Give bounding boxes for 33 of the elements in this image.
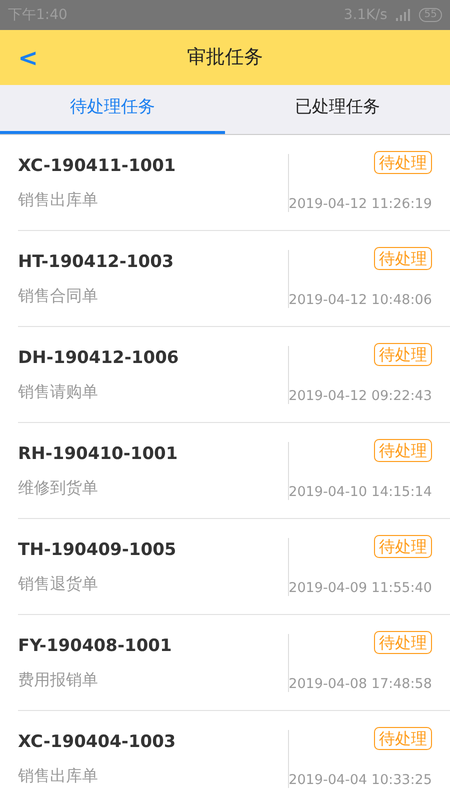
- task-type: 销售出库单: [18, 188, 99, 210]
- status-tag: 待处理: [374, 150, 432, 174]
- task-type: 维修到货单: [18, 476, 99, 498]
- task-type: 销售退货单: [18, 572, 99, 594]
- page-title: 审批任务: [187, 45, 263, 70]
- task-code: HT-190412-1003: [18, 250, 175, 274]
- task-code: XC-190404-1003: [18, 730, 177, 754]
- task-code: TH-190409-1005: [18, 538, 178, 562]
- task-type: 销售请购单: [18, 380, 99, 402]
- status-tag: 待处理: [374, 342, 432, 366]
- tab[interactable]: 已处理任务: [225, 85, 450, 134]
- task-time: 2019-04-12 09:22:43: [288, 387, 432, 406]
- task-code: FY-190408-1001: [18, 634, 173, 658]
- task-code: RH-190410-1001: [18, 442, 179, 466]
- task-time: 2019-04-08 17:48:58: [288, 675, 432, 694]
- back-button[interactable]: <: [10, 38, 46, 78]
- task-time: 2019-04-09 11:55:40: [288, 579, 432, 598]
- status-tag: 待处理: [374, 630, 432, 654]
- signal-icon: [395, 9, 412, 21]
- task-code: XC-190411-1001: [18, 154, 177, 178]
- status-tag: 待处理: [374, 534, 432, 558]
- task-time: 2019-04-12 11:26:19: [288, 195, 432, 214]
- status-tag: 待处理: [374, 726, 432, 750]
- status-tag: 待处理: [374, 438, 432, 462]
- task-time: 2019-04-12 10:48:06: [288, 291, 432, 310]
- tab[interactable]: 待处理任务: [0, 85, 225, 134]
- task-type: 销售出库单: [18, 764, 99, 786]
- task-time: 2019-04-10 14:15:14: [288, 483, 432, 502]
- task-code: DH-190412-1006: [18, 346, 180, 370]
- task-type: 费用报销单: [18, 668, 99, 690]
- status-tag: 待处理: [374, 246, 432, 270]
- task-time: 2019-04-04 10:33:25: [288, 771, 432, 790]
- task-type: 销售合同单: [18, 284, 99, 306]
